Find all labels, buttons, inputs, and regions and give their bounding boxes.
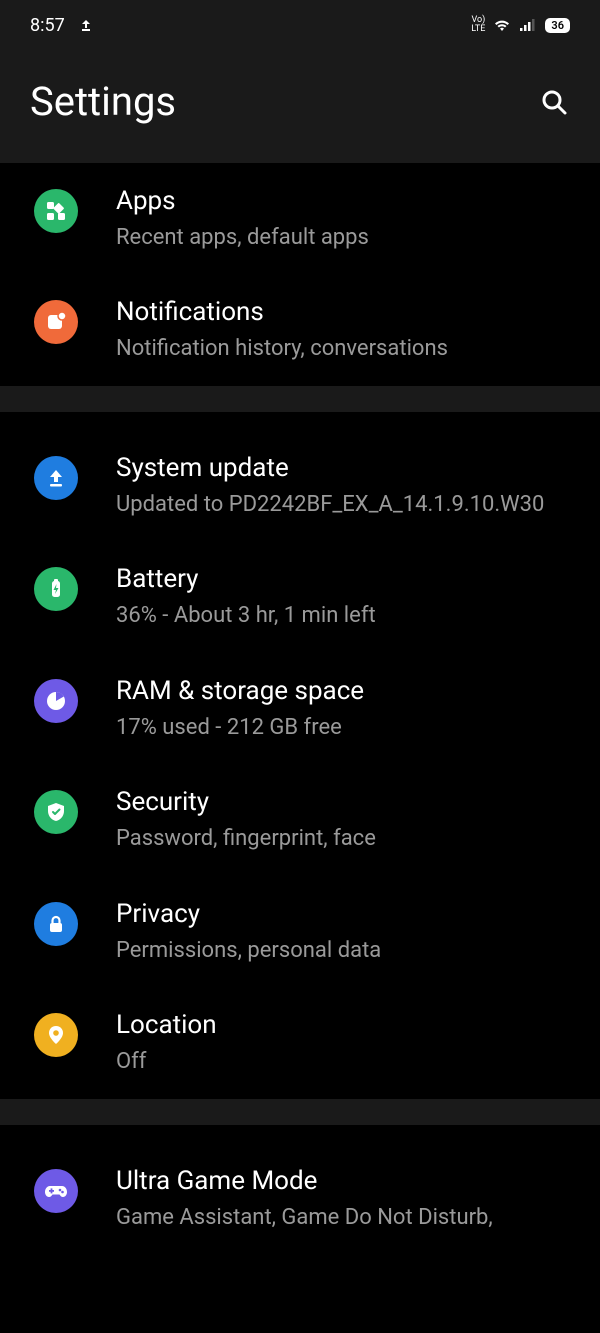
battery-icon	[34, 567, 78, 611]
item-title: Location	[116, 1009, 570, 1043]
item-subtitle: Game Assistant, Game Do Not Disturb,	[116, 1203, 570, 1233]
search-icon	[539, 87, 569, 117]
item-title: Security	[116, 786, 570, 820]
location-icon	[34, 1013, 78, 1057]
upload-icon	[79, 18, 93, 32]
item-subtitle: Off	[116, 1047, 570, 1077]
item-title: Battery	[116, 563, 570, 597]
settings-item-ultra-game-mode[interactable]: Ultra Game Mode Game Assistant, Game Do …	[0, 1143, 600, 1254]
page-title: Settings	[30, 78, 176, 125]
settings-item-location[interactable]: Location Off	[0, 987, 600, 1098]
item-title: Privacy	[116, 898, 570, 932]
item-subtitle: Recent apps, default apps	[116, 223, 570, 253]
item-title: System update	[116, 452, 570, 486]
search-button[interactable]	[538, 86, 570, 118]
settings-group: Apps Recent apps, default apps Notificat…	[0, 163, 600, 386]
header: Settings	[0, 50, 600, 163]
settings-item-security[interactable]: Security Password, fingerprint, face	[0, 764, 600, 875]
settings-item-system-update[interactable]: System update Updated to PD2242BF_EX_A_1…	[0, 430, 600, 541]
battery-indicator: 36	[545, 18, 570, 33]
item-title: RAM & storage space	[116, 675, 570, 709]
lock-icon	[34, 902, 78, 946]
status-time: 8:57	[30, 15, 65, 36]
settings-item-battery[interactable]: Battery 36% - About 3 hr, 1 min left	[0, 541, 600, 652]
settings-group: Ultra Game Mode Game Assistant, Game Do …	[0, 1125, 600, 1254]
apps-icon	[34, 189, 78, 233]
storage-icon	[34, 679, 78, 723]
settings-item-notifications[interactable]: Notifications Notification history, conv…	[0, 274, 600, 385]
item-subtitle: Notification history, conversations	[116, 334, 570, 364]
section-divider	[0, 386, 600, 412]
item-title: Notifications	[116, 296, 570, 330]
notifications-icon	[34, 300, 78, 344]
item-title: Apps	[116, 185, 570, 219]
item-subtitle: 17% used - 212 GB free	[116, 713, 570, 743]
settings-item-apps[interactable]: Apps Recent apps, default apps	[0, 163, 600, 274]
settings-item-privacy[interactable]: Privacy Permissions, personal data	[0, 876, 600, 987]
settings-item-ram-storage[interactable]: RAM & storage space 17% used - 212 GB fr…	[0, 653, 600, 764]
update-icon	[34, 456, 78, 500]
item-subtitle: Password, fingerprint, face	[116, 824, 570, 854]
item-title: Ultra Game Mode	[116, 1165, 570, 1199]
section-divider	[0, 1099, 600, 1125]
settings-group: System update Updated to PD2242BF_EX_A_1…	[0, 412, 600, 1099]
game-icon	[34, 1169, 78, 1213]
item-subtitle: Permissions, personal data	[116, 936, 570, 966]
shield-icon	[34, 790, 78, 834]
item-subtitle: 36% - About 3 hr, 1 min left	[116, 601, 570, 631]
status-bar: 8:57 Vo)LTE 36	[0, 0, 600, 50]
wifi-icon	[493, 18, 511, 32]
signal-icon	[519, 18, 537, 32]
item-subtitle: Updated to PD2242BF_EX_A_14.1.9.10.W30	[116, 490, 570, 520]
volte-icon: Vo)LTE	[471, 16, 485, 34]
